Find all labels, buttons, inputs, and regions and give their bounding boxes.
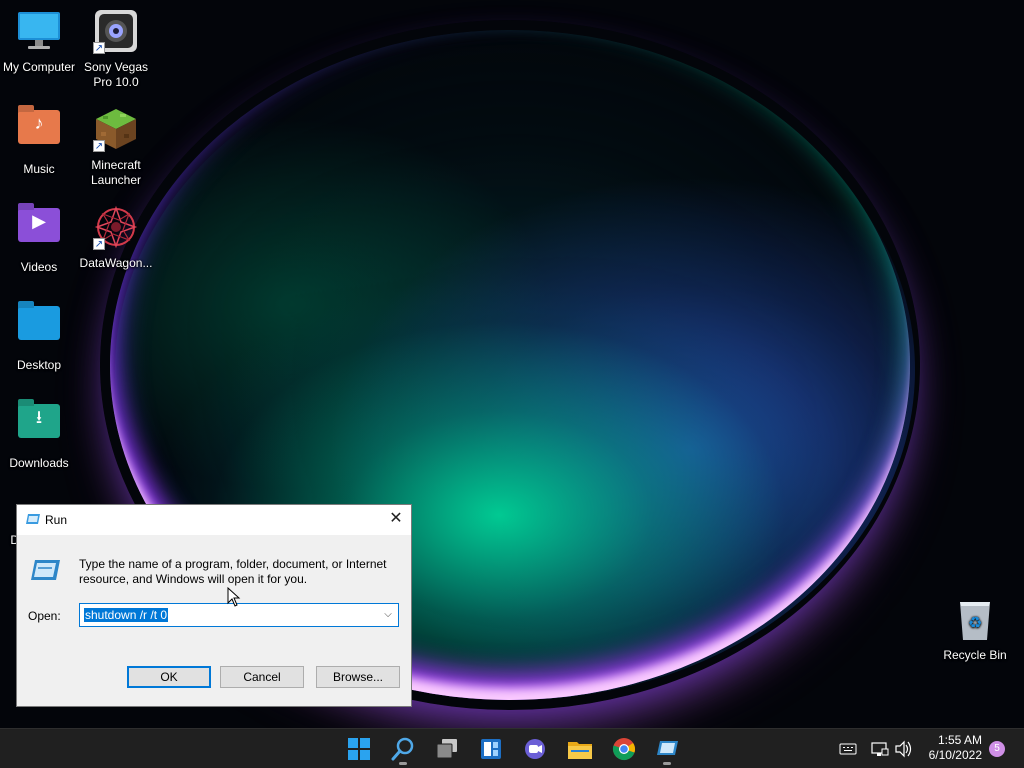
monitor-icon: [16, 8, 62, 54]
svg-text:♻: ♻: [968, 613, 982, 632]
desktop-icon-label: Desktop: [16, 358, 62, 372]
command-input[interactable]: shutdown /r /t 0: [84, 608, 169, 622]
desktop-icon-desktop[interactable]: Desktop: [0, 298, 78, 373]
volume-icon: [895, 740, 912, 758]
desktop-icon-label: Downloads: [9, 456, 69, 470]
desktop-icon-label: Videos: [20, 260, 58, 274]
downloads-folder-icon: ⭳: [16, 404, 62, 450]
start-icon: [348, 738, 370, 760]
task-view-icon: [436, 739, 457, 759]
taskbar: 1:55 AM 6/10/2022 5: [0, 728, 1024, 768]
network-button[interactable]: [870, 729, 890, 768]
keyboard-button[interactable]: [838, 729, 858, 768]
sony-vegas-icon: ↗: [93, 8, 139, 54]
search-button[interactable]: [387, 733, 419, 765]
chevron-down-icon[interactable]: ⌵: [380, 606, 396, 624]
desktop-icon-datawagon[interactable]: ↗ DataWagon...: [77, 200, 155, 271]
task-view-button[interactable]: [431, 733, 463, 765]
minecraft-icon: ↗: [93, 106, 139, 152]
clock-time: 1:55 AM: [937, 733, 982, 747]
shortcut-arrow-icon: ↗: [93, 42, 105, 54]
videos-folder-icon: ▶: [16, 208, 62, 254]
desktop-icon-label-line2: Pro 10.0: [93, 75, 139, 89]
run-dialog-description: Type the name of a program, folder, docu…: [79, 557, 387, 586]
recycle-bin-icon: ♻: [952, 596, 998, 642]
run-dialog-title: Run: [45, 513, 68, 527]
start-button[interactable]: [343, 733, 375, 765]
chat-icon: [525, 739, 545, 759]
desktop-icon-music[interactable]: ♪ Music: [0, 102, 78, 177]
widgets-icon: [481, 739, 501, 759]
shortcut-arrow-icon: ↗: [93, 238, 105, 250]
desktop-icon-my-computer[interactable]: My Computer: [0, 4, 78, 75]
desktop-icon-recycle-bin[interactable]: ♻ Recycle Bin: [936, 592, 1014, 663]
chat-button[interactable]: [519, 733, 551, 765]
search-icon: [391, 737, 414, 761]
desktop-folder-icon: [16, 306, 62, 352]
chrome-button[interactable]: [608, 733, 640, 765]
clock[interactable]: 1:55 AM 6/10/2022: [912, 729, 982, 763]
desktop-icon-downloads[interactable]: ⭳ Downloads: [0, 396, 78, 471]
open-label: Open:: [28, 609, 61, 623]
network-icon: [871, 742, 889, 756]
keyboard-icon: [839, 743, 857, 755]
close-icon: ✕: [389, 510, 403, 527]
run-taskbar-button[interactable]: [651, 733, 683, 765]
desktop-icon-label: Recycle Bin: [943, 648, 1007, 662]
shortcut-arrow-icon: ↗: [93, 140, 105, 152]
file-explorer-icon: [568, 742, 592, 759]
desktop-icon-label: DataWagon...: [79, 256, 153, 270]
run-app-icon: [657, 741, 678, 755]
desktop-icon-label: My Computer: [2, 60, 76, 74]
mouse-cursor-icon: [227, 587, 241, 607]
desktop-icon-label: Music: [23, 162, 55, 176]
chrome-icon: [612, 738, 635, 761]
browse-button[interactable]: Browse...: [316, 666, 400, 688]
music-folder-icon: ♪: [16, 110, 62, 156]
desktop-icon-sony-vegas[interactable]: ↗ Sony Vegas Pro 10.0: [77, 4, 155, 90]
desktop-icon-videos[interactable]: ▶ Videos: [0, 200, 78, 275]
desktop-icon-label: Sony Vegas: [83, 60, 149, 74]
widgets-button[interactable]: [475, 733, 507, 765]
clock-date: 6/10/2022: [928, 748, 982, 762]
run-app-icon: [26, 514, 40, 524]
datawagon-icon: ↗: [93, 204, 139, 250]
close-button[interactable]: ✕: [381, 505, 411, 533]
desktop-icon-label-line2: Launcher: [90, 173, 142, 187]
ok-button[interactable]: OK: [127, 666, 211, 688]
volume-button[interactable]: [894, 729, 914, 768]
file-explorer-button[interactable]: [564, 733, 596, 765]
desktop-icon-label: Minecraft: [91, 158, 141, 172]
run-app-icon: [31, 560, 60, 580]
notification-badge[interactable]: 5: [989, 741, 1005, 757]
desktop-icon-minecraft-launcher[interactable]: ↗ Minecraft Launcher: [77, 102, 155, 188]
run-dialog: Run ✕ Type the name of a program, folder…: [16, 504, 412, 707]
cancel-button[interactable]: Cancel: [220, 666, 304, 688]
run-dialog-titlebar[interactable]: Run ✕: [17, 505, 411, 535]
